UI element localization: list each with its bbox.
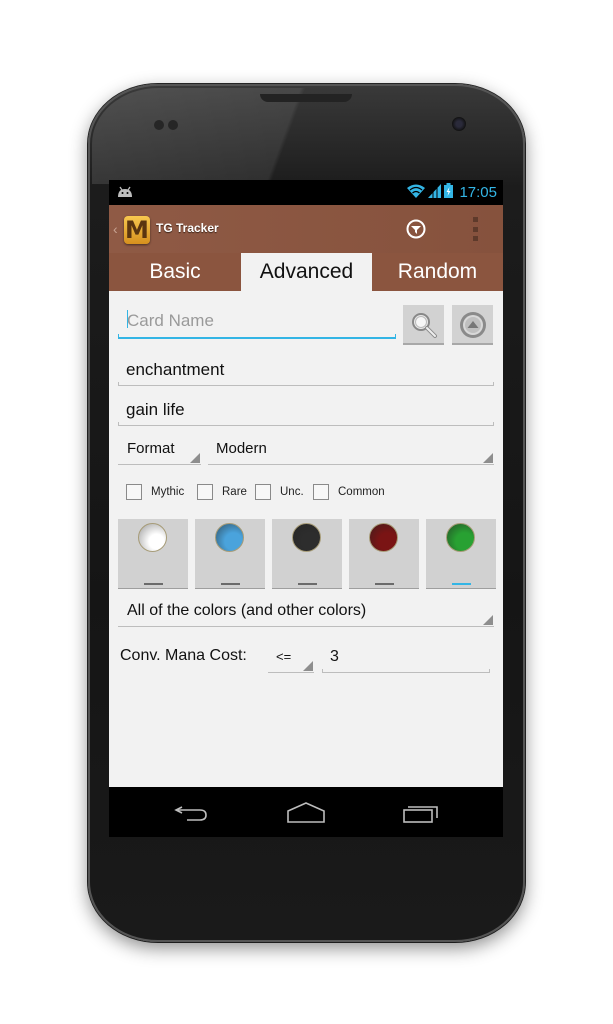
collapse-up-icon	[460, 312, 486, 338]
navigation-bar	[109, 787, 503, 837]
toggle-indicator	[221, 583, 240, 585]
spinner-arrow-icon	[483, 453, 493, 463]
front-camera	[452, 117, 466, 131]
cmc-value-field[interactable]	[322, 643, 490, 673]
spinner-arrow-icon	[190, 453, 200, 463]
action-bar: ‹ M TG Tracker	[109, 205, 503, 253]
checkbox-box[interactable]	[313, 484, 329, 500]
checkbox-box[interactable]	[255, 484, 271, 500]
cmc-operator-spinner[interactable]: <=	[268, 643, 314, 673]
color-button-blue[interactable]	[195, 519, 265, 589]
card-name-field[interactable]	[118, 305, 396, 339]
spinner-underline	[208, 464, 494, 465]
type-input[interactable]	[118, 356, 494, 384]
spinner-arrow-icon	[483, 615, 493, 625]
clock: 17:05	[459, 184, 497, 201]
text-input[interactable]	[118, 396, 494, 424]
checkbox-box[interactable]	[126, 484, 142, 500]
type-field[interactable]	[118, 356, 494, 386]
back-icon[interactable]	[172, 799, 212, 825]
text-cursor	[127, 310, 128, 328]
signal-icon	[428, 183, 442, 202]
cmc-value-input[interactable]	[322, 643, 490, 671]
phone-gloss	[92, 88, 521, 184]
earpiece-speaker	[260, 94, 352, 102]
mana-orb-black-icon	[292, 523, 321, 552]
color-button-red[interactable]	[349, 519, 419, 589]
toggle-indicator	[144, 583, 163, 585]
filter-icon[interactable]	[406, 219, 426, 239]
toggle-indicator	[375, 583, 394, 585]
status-bar: 17:05	[109, 180, 503, 205]
recent-apps-icon[interactable]	[402, 799, 442, 825]
overflow-menu-icon[interactable]	[471, 217, 479, 241]
cmc-operator-value: <=	[276, 649, 292, 664]
wifi-icon	[407, 184, 426, 202]
format-value: Modern	[216, 440, 267, 457]
light-sensor	[168, 120, 178, 130]
up-caret-icon[interactable]: ‹	[113, 221, 118, 237]
tab-advanced[interactable]: Advanced	[241, 253, 372, 291]
advanced-search-form: Format Modern Mythic Rare Unc. Common Al…	[109, 291, 503, 787]
checkbox-box[interactable]	[197, 484, 213, 500]
checkbox-label: Rare	[222, 486, 247, 498]
color-button-green[interactable]	[426, 519, 496, 589]
checkbox-label: Mythic	[151, 486, 185, 498]
collapse-button[interactable]	[452, 305, 493, 345]
text-field[interactable]	[118, 396, 494, 426]
mana-orb-red-icon	[369, 523, 398, 552]
color-mode-spinner[interactable]: All of the colors (and other colors)	[118, 597, 494, 627]
format-label: Format	[127, 440, 175, 457]
format-label-spinner[interactable]: Format	[118, 436, 201, 465]
tab-bar: Basic Advanced Random	[109, 253, 503, 291]
checkbox-rare[interactable]: Rare	[197, 484, 247, 500]
checkbox-label: Unc.	[280, 486, 304, 498]
app-title: TG Tracker	[156, 221, 219, 235]
color-mode-value: All of the colors (and other colors)	[127, 602, 367, 619]
battery-charging-icon	[444, 183, 454, 202]
checkbox-label: Common	[338, 486, 385, 498]
color-button-black[interactable]	[272, 519, 342, 589]
tab-basic[interactable]: Basic	[109, 253, 241, 291]
android-icon	[117, 185, 133, 202]
mana-orb-blue-icon	[215, 523, 244, 552]
spinner-arrow-icon	[303, 661, 313, 671]
field-underline	[118, 382, 494, 386]
checkbox-uncommon[interactable]: Unc.	[255, 484, 304, 500]
search-button[interactable]	[403, 305, 444, 345]
spinner-underline	[268, 672, 314, 673]
spinner-underline	[118, 464, 201, 465]
field-underline	[118, 422, 494, 426]
search-icon	[412, 313, 437, 338]
field-underline	[118, 334, 396, 339]
color-button-white[interactable]	[118, 519, 188, 589]
mana-orb-green-icon	[446, 523, 475, 552]
screen: 17:05 ‹ M TG Tracker Basic Advanced Rand…	[109, 180, 503, 837]
tab-random[interactable]: Random	[372, 253, 503, 291]
spinner-underline	[118, 626, 494, 627]
mana-orb-white-icon	[138, 523, 167, 552]
app-logo[interactable]: M	[124, 216, 150, 244]
toggle-indicator	[452, 583, 471, 585]
format-spinner[interactable]: Modern	[208, 436, 494, 465]
field-underline	[322, 669, 490, 673]
home-icon[interactable]	[286, 799, 326, 825]
toggle-indicator	[298, 583, 317, 585]
cmc-label: Conv. Mana Cost:	[120, 647, 247, 664]
checkbox-common[interactable]: Common	[313, 484, 385, 500]
checkbox-mythic[interactable]: Mythic	[126, 484, 184, 500]
card-name-input[interactable]	[118, 305, 396, 337]
proximity-sensor	[154, 120, 164, 130]
